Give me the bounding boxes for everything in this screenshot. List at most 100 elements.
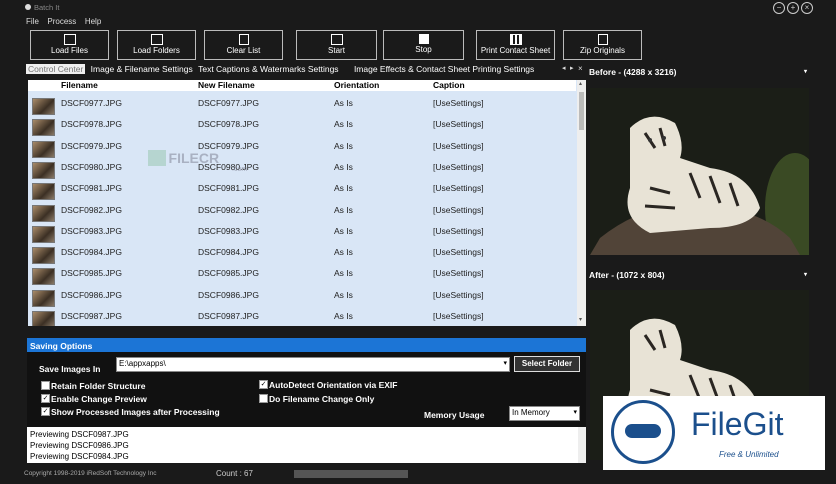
log-line: Previewing DSCF0984.JPG xyxy=(30,452,129,461)
log-scrollbar[interactable] xyxy=(578,427,586,463)
table-row[interactable]: DSCF0982.JPG DSCF0982.JPG As Is [UseSetting… xyxy=(28,199,576,222)
memory-dropdown-icon[interactable]: ▾ xyxy=(573,408,577,416)
path-dropdown-icon[interactable]: ▾ xyxy=(503,359,507,367)
image-icon xyxy=(63,34,76,45)
log-line: Previewing DSCF0986.JPG xyxy=(30,441,129,450)
autodetect-orientation-label: AutoDetect Orientation via EXIF xyxy=(269,380,398,390)
window-title: Batch It xyxy=(34,3,60,12)
menu-process[interactable]: Process xyxy=(47,17,76,26)
list-scrollbar[interactable]: ▴ ▾ xyxy=(577,80,586,326)
title-bar: Batch It − + × xyxy=(22,0,813,16)
clear-list-button[interactable]: Clear List xyxy=(204,30,283,60)
col-new-filename[interactable]: New Filename xyxy=(198,80,255,90)
cell-caption: [UseSettings] xyxy=(433,140,484,151)
table-row[interactable]: DSCF0987.JPG DSCF0987.JPG As Is [UseSetting… xyxy=(28,305,576,326)
cell-caption: [UseSettings] xyxy=(433,247,484,258)
cell-filename: DSCF0984.JPG xyxy=(61,247,122,258)
save-path-field[interactable]: E:\appxapps\ ▾ xyxy=(116,357,510,372)
filegit-title: FileGit xyxy=(691,406,784,442)
watermark-logo-icon xyxy=(148,150,166,166)
start-button[interactable]: Start xyxy=(296,30,377,60)
saving-options-header: Saving Options xyxy=(27,338,586,352)
tab-text-captions-watermarks[interactable]: Text Captions & Watermarks Settings xyxy=(198,64,338,74)
cloud-icon xyxy=(625,424,661,438)
tab-close-icon[interactable]: × xyxy=(578,64,583,73)
before-dropdown-icon[interactable]: ▾ xyxy=(804,68,807,75)
cell-new-filename: DSCF0984.JPG xyxy=(198,247,259,258)
stop-button[interactable]: Stop xyxy=(383,30,464,60)
col-caption[interactable]: Caption xyxy=(433,80,465,90)
retain-folder-checkbox[interactable] xyxy=(41,381,50,390)
table-row[interactable]: DSCF0985.JPG DSCF0985.JPG As Is [UseSetting… xyxy=(28,262,576,286)
load-folders-button[interactable]: Load Folders xyxy=(117,30,196,60)
table-row[interactable]: DSCF0980.JPG DSCF0980.JPG As Is [UseSetting… xyxy=(28,156,576,179)
tab-scroll-right-icon[interactable]: ▸ xyxy=(570,64,574,72)
select-folder-button[interactable]: Select Folder xyxy=(514,356,580,372)
tab-image-filename-settings[interactable]: Image & Filename Settings xyxy=(91,64,193,74)
cell-new-filename: DSCF0977.JPG xyxy=(198,98,259,108)
table-row[interactable]: DSCF0986.JPG DSCF0986.JPG As Is [UseSetting… xyxy=(28,284,576,307)
save-images-in-label: Save Images In xyxy=(39,364,101,374)
cell-filename: DSCF0979.JPG xyxy=(61,140,122,151)
col-orientation[interactable]: Orientation xyxy=(334,80,379,90)
table-row[interactable]: DSCF0979.JPG DSCF0979.JPG As Is [UseSetting… xyxy=(28,135,576,158)
memory-usage-select[interactable]: In Memory ▾ xyxy=(509,406,580,421)
cell-new-filename: DSCF0987.JPG xyxy=(198,311,259,321)
table-row[interactable]: DSCF0978.JPG DSCF0978.JPG As Is [UseSetting… xyxy=(28,113,576,137)
cell-filename: DSCF0987.JPG xyxy=(61,311,122,321)
cell-new-filename: DSCF0978.JPG xyxy=(198,119,259,130)
cell-orientation: As Is xyxy=(334,98,353,108)
cell-orientation: As Is xyxy=(334,268,353,279)
cell-caption: [UseSettings] xyxy=(433,289,484,300)
cell-orientation: As Is xyxy=(334,140,353,151)
scroll-down-icon[interactable]: ▾ xyxy=(579,316,582,323)
retain-folder-label: Retain Folder Structure xyxy=(51,381,146,391)
copyright-text: Copyright 1998-2019 iRedSoft Technology … xyxy=(24,470,157,477)
menu-bar: File Process Help xyxy=(22,16,816,28)
cell-filename: DSCF0983.JPG xyxy=(61,225,122,236)
autodetect-orientation-checkbox[interactable]: ✓ xyxy=(259,380,268,389)
play-icon xyxy=(330,34,343,45)
zip-originals-button[interactable]: Zip Originals xyxy=(563,30,642,60)
table-row[interactable]: DSCF0977.JPG DSCF0977.JPG As Is [UseSetting… xyxy=(28,92,576,115)
table-row[interactable]: DSCF0984.JPG DSCF0984.JPG As Is [UseSetting… xyxy=(28,241,576,265)
memory-usage-label: Memory Usage xyxy=(424,410,485,420)
cell-caption: [UseSettings] xyxy=(433,204,484,215)
cell-caption: [UseSettings] xyxy=(433,311,484,321)
cell-new-filename: DSCF0982.JPG xyxy=(198,204,259,215)
tab-control-center[interactable]: Control Center xyxy=(26,64,86,74)
cell-orientation: As Is xyxy=(334,225,353,236)
load-files-button[interactable]: Load Files xyxy=(30,30,109,60)
maximize-button[interactable]: + xyxy=(787,2,799,14)
minimize-button[interactable]: − xyxy=(773,2,785,14)
tab-scroll-left-icon[interactable]: ◂ xyxy=(562,64,566,72)
scroll-up-icon[interactable]: ▴ xyxy=(579,80,582,87)
tab-image-effects-contact-sheet[interactable]: Image Effects & Contact Sheet Printing S… xyxy=(354,64,534,74)
count-text: Count : 67 xyxy=(216,469,253,478)
watermark-filecr: FILECR .com xyxy=(148,150,247,173)
col-filename[interactable]: Filename xyxy=(61,80,98,90)
file-list: Filename New Filename Orientation Captio… xyxy=(28,80,586,326)
menu-help[interactable]: Help xyxy=(85,17,101,26)
close-button[interactable]: × xyxy=(801,2,813,14)
cell-filename: DSCF0986.JPG xyxy=(61,289,122,300)
cell-filename: DSCF0981.JPG xyxy=(61,183,122,194)
print-contact-sheet-button[interactable]: Print Contact Sheet xyxy=(476,30,555,60)
cell-orientation: As Is xyxy=(334,204,353,215)
scrollbar-thumb[interactable] xyxy=(579,92,584,130)
enable-preview-checkbox[interactable]: ✓ xyxy=(41,394,50,403)
cell-filename: DSCF0980.JPG xyxy=(61,161,122,172)
menu-file[interactable]: File xyxy=(26,17,39,26)
cell-filename: DSCF0982.JPG xyxy=(61,204,122,215)
filename-change-only-label: Do Filename Change Only xyxy=(269,394,375,404)
after-dropdown-icon[interactable]: ▾ xyxy=(804,271,807,278)
table-row[interactable]: DSCF0983.JPG DSCF0983.JPG As Is [UseSetting… xyxy=(28,220,576,243)
filegit-subtitle: Free & Unlimited xyxy=(719,450,779,459)
grid-icon xyxy=(509,34,522,45)
table-row[interactable]: DSCF0981.JPG DSCF0981.JPG As Is [UseSetting… xyxy=(28,177,576,201)
show-processed-checkbox[interactable]: ✓ xyxy=(41,407,50,416)
filename-change-only-checkbox[interactable] xyxy=(259,394,268,403)
cell-new-filename: DSCF0981.JPG xyxy=(198,183,259,194)
before-label: Before - (4288 x 3216) ▾ xyxy=(589,67,807,77)
enable-preview-label: Enable Change Preview xyxy=(51,394,147,404)
